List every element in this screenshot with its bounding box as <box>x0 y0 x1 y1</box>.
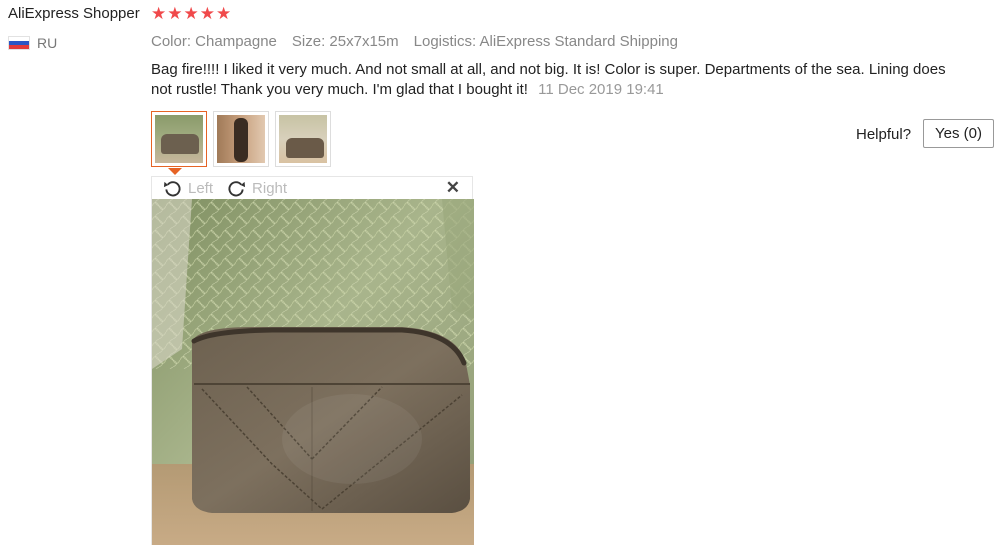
star-icon: ★ <box>216 4 232 23</box>
color-detail: Color: Champagne <box>151 33 277 50</box>
rotate-right-button[interactable]: Right <box>227 179 287 198</box>
photo-viewer: Left Right ✕ <box>151 176 474 545</box>
reviewer-country: RU <box>8 35 57 51</box>
size-detail: Size: 25x7x15m <box>291 33 399 50</box>
photo-thumbnail[interactable] <box>151 111 207 167</box>
rotate-right-label: Right <box>252 180 288 197</box>
helpful-yes-button[interactable]: Yes (0) <box>923 119 994 148</box>
viewer-toolbar: Left Right ✕ <box>152 177 472 200</box>
review-photo <box>152 199 474 545</box>
rotate-left-label: Left <box>188 180 214 197</box>
rotate-left-icon <box>163 181 181 197</box>
logistics-detail: Logistics: AliExpress Standard Shipping <box>413 33 678 50</box>
photo-thumbnail[interactable] <box>213 111 269 167</box>
helpful-label: Helpful? <box>856 126 912 143</box>
star-icon: ★ <box>167 4 183 23</box>
star-icon: ★ <box>183 4 199 23</box>
review-date: 11 Dec 2019 19:41 <box>538 81 664 98</box>
order-details: Color: Champagne Size: 25x7x15m Logistic… <box>151 33 678 50</box>
star-icon: ★ <box>199 4 215 23</box>
handbag-photo <box>152 199 474 545</box>
photo-thumbnail[interactable] <box>275 111 331 167</box>
review-body: Bag fire!!!! I liked it very much. And n… <box>151 60 951 100</box>
review-photo-thumbnails <box>151 111 331 167</box>
rotate-right-icon <box>228 181 246 197</box>
rotate-left-button[interactable]: Left <box>163 179 213 198</box>
active-thumbnail-indicator <box>168 168 182 175</box>
rating-stars: ★ ★ ★ ★ ★ <box>151 3 231 25</box>
country-code: RU <box>37 35 58 51</box>
russia-flag-icon <box>8 36 30 50</box>
star-icon: ★ <box>151 4 167 23</box>
reviewer-name: AliExpress Shopper <box>8 5 140 22</box>
close-icon[interactable]: ✕ <box>446 178 460 198</box>
